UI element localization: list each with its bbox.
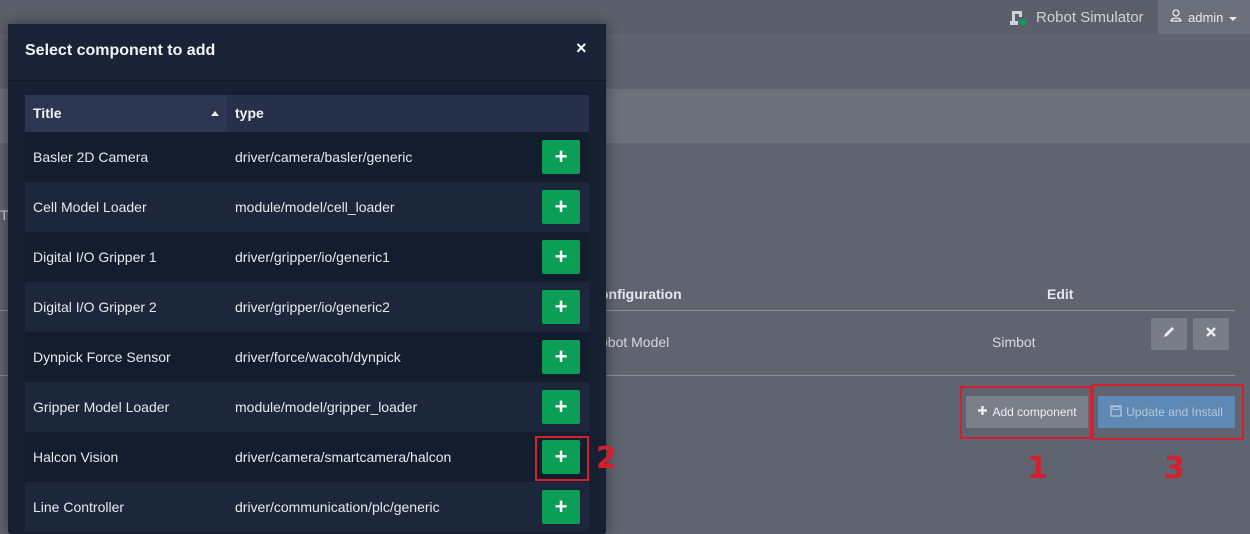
component-type: module/model/gripper_loader [235,399,418,415]
table-row: Halcon Vision driver/camera/smartcamera/… [25,432,589,482]
add-component-plus-button[interactable]: + [542,190,580,224]
column-header-type[interactable]: type [227,95,427,132]
chevron-down-icon [1229,10,1238,25]
table-row: Cell Model Loader module/model/cell_load… [25,182,589,232]
component-type: module/model/cell_loader [235,199,395,215]
component-title: Halcon Vision [33,449,119,465]
table-header: Title type [25,95,589,132]
robot-arm-icon [1008,7,1028,27]
annotation-box-2 [535,436,589,481]
table-row: Line Controller driver/communication/plc… [25,482,589,532]
component-type: driver/force/wacoh/dynpick [235,349,401,365]
user-label: admin [1188,9,1224,25]
user-icon [1170,9,1182,25]
table-row: Gripper Model Loader module/model/grippe… [25,382,589,432]
edit-button[interactable] [1151,318,1187,350]
component-title: Digital I/O Gripper 1 [33,249,157,265]
add-component-plus-button[interactable]: + [542,340,580,374]
component-title: Digital I/O Gripper 2 [33,299,157,315]
column-title-label: Title [33,105,62,121]
component-type: driver/gripper/io/generic1 [235,249,390,265]
row-value: Simbot [992,334,1036,350]
component-title: Dynpick Force Sensor [33,349,171,365]
table-row: Basler 2D Camera driver/camera/basler/ge… [25,132,589,182]
app-brand[interactable]: Robot Simulator [1008,0,1144,34]
add-component-plus-button[interactable]: + [542,240,580,274]
annotation-box-1 [960,386,1092,439]
pencil-icon [1162,325,1176,344]
table-row: Dynpick Force Sensor driver/force/wacoh/… [25,332,589,382]
column-header-title[interactable]: Title [25,95,227,132]
component-title: Basler 2D Camera [33,149,149,165]
add-component-plus-button[interactable]: + [542,140,580,174]
row-configuration: obot Model [600,334,670,350]
add-component-plus-button[interactable]: + [542,290,580,324]
user-menu[interactable]: admin [1158,0,1250,34]
component-type: driver/communication/plc/generic [235,499,440,515]
annotation-number-1: 1 [1027,451,1048,486]
component-list: Basler 2D Camera driver/camera/basler/ge… [25,132,589,532]
component-title: Cell Model Loader [33,199,147,215]
app-title: Robot Simulator [1036,8,1144,26]
sort-ascending-icon [211,111,219,116]
modal-title: Select component to add [25,42,216,59]
component-title: Gripper Model Loader [33,399,170,415]
close-icon[interactable]: × [576,38,587,59]
delete-button[interactable] [1193,318,1229,350]
component-type: driver/camera/basler/generic [235,149,413,165]
close-icon [1205,325,1217,343]
table-row: Digital I/O Gripper 2 driver/gripper/io/… [25,282,589,332]
component-title: Line Controller [33,499,125,515]
table-row: Digital I/O Gripper 1 driver/gripper/io/… [25,232,589,282]
component-type: driver/camera/smartcamera/halcon [235,449,452,465]
annotation-number-3: 3 [1164,451,1185,486]
select-component-modal: Select component to add × Title type Bas… [8,24,606,534]
column-header-configuration: onfiguration [600,286,682,302]
column-header-edit: Edit [1047,286,1074,302]
add-component-plus-button[interactable]: + [542,390,580,424]
annotation-number-2: 2 [596,441,617,476]
component-type: driver/gripper/io/generic2 [235,299,390,315]
add-component-plus-button[interactable]: + [542,490,580,524]
modal-header: Select component to add × [8,24,606,81]
annotation-box-3 [1092,384,1244,440]
